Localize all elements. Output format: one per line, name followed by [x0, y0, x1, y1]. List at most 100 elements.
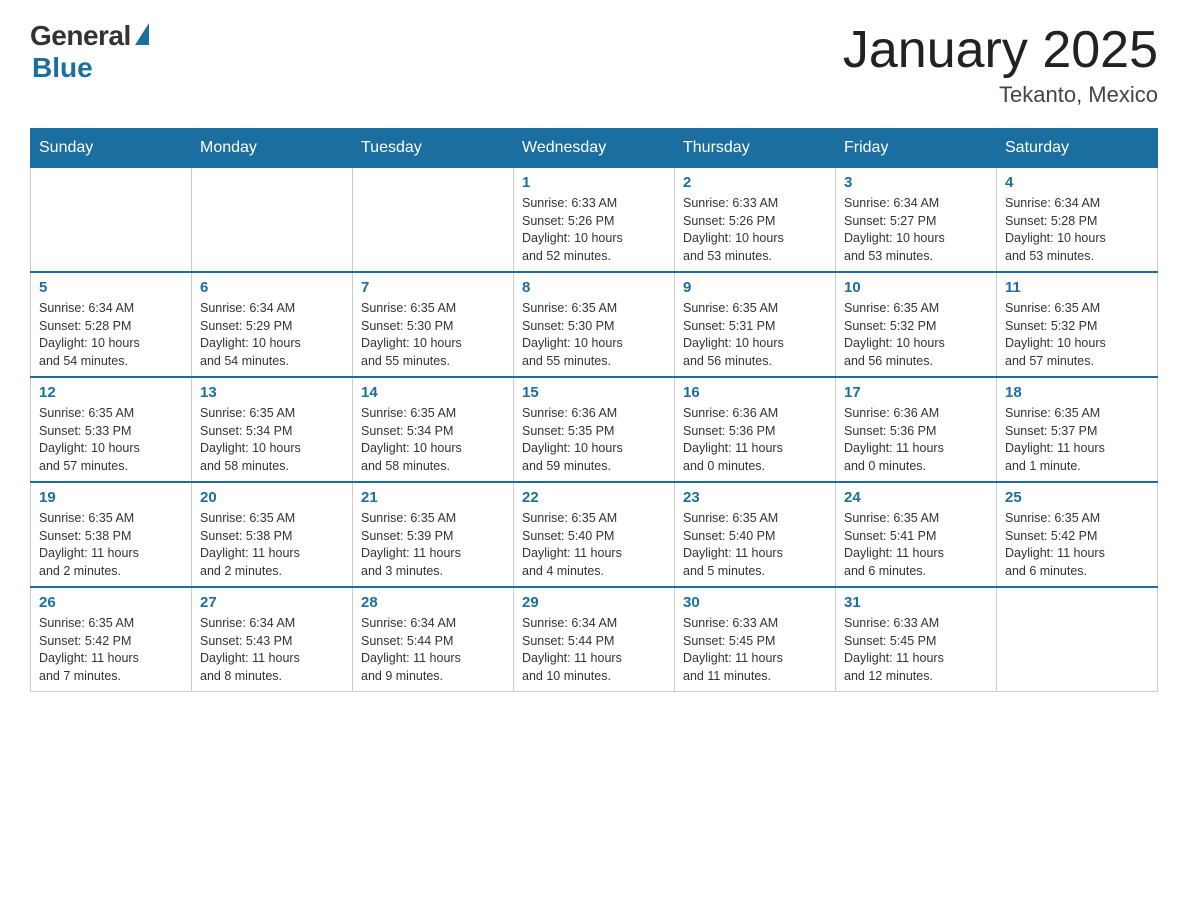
- day-info: Sunrise: 6:35 AM Sunset: 5:34 PM Dayligh…: [200, 405, 344, 475]
- calendar-cell: 27 Sunrise: 6:34 AM Sunset: 5:43 PM Dayli…: [192, 587, 353, 692]
- calendar-cell: 5 Sunrise: 6:34 AM Sunset: 5:28 PM Daylig…: [31, 272, 192, 377]
- calendar-week-row: 19 Sunrise: 6:35 AM Sunset: 5:38 PM Dayli…: [31, 482, 1158, 587]
- calendar-header-row: SundayMondayTuesdayWednesdayThursdayFrid…: [31, 129, 1158, 168]
- calendar-cell: 14Sunrise: 6:35 AM Sunset: 5:34 PM Dayli…: [353, 377, 514, 482]
- calendar-cell: 1 Sunrise: 6:33 AM Sunset: 5:26 PM Daylig…: [514, 168, 675, 273]
- day-info: Sunrise: 6:35 AM Sunset: 5:34 PM Dayligh…: [361, 405, 505, 475]
- logo: General Blue: [30, 20, 149, 84]
- day-number: 11: [1005, 279, 1149, 296]
- day-info: Sunrise: 6:35 AM Sunset: 5:32 PM Dayligh…: [1005, 300, 1149, 370]
- logo-triangle-icon: [135, 23, 149, 45]
- day-number: 23: [683, 489, 827, 506]
- day-number: 4: [1005, 174, 1149, 191]
- day-number: 19: [39, 489, 183, 506]
- day-info: Sunrise: 6:36 AM Sunset: 5:36 PM Dayligh…: [683, 405, 827, 475]
- calendar-cell: 21 Sunrise: 6:35 AM Sunset: 5:39 PM Dayli…: [353, 482, 514, 587]
- calendar-cell: 25 Sunrise: 6:35 AM Sunset: 5:42 PM Dayli…: [997, 482, 1158, 587]
- day-info: Sunrise: 6:34 AM Sunset: 5:28 PM Dayligh…: [39, 300, 183, 370]
- calendar-cell: 22 Sunrise: 6:35 AM Sunset: 5:40 PM Dayli…: [514, 482, 675, 587]
- calendar-cell: 8Sunrise: 6:35 AM Sunset: 5:30 PM Daylig…: [514, 272, 675, 377]
- calendar-cell: [31, 168, 192, 273]
- day-number: 9: [683, 279, 827, 296]
- calendar-cell: 11 Sunrise: 6:35 AM Sunset: 5:32 PM Dayli…: [997, 272, 1158, 377]
- day-info: Sunrise: 6:35 AM Sunset: 5:32 PM Dayligh…: [844, 300, 988, 370]
- day-number: 10: [844, 279, 988, 296]
- calendar-cell: 12Sunrise: 6:35 AM Sunset: 5:33 PM Dayli…: [31, 377, 192, 482]
- calendar-cell: 4 Sunrise: 6:34 AM Sunset: 5:28 PM Daylig…: [997, 168, 1158, 273]
- day-info: Sunrise: 6:34 AM Sunset: 5:29 PM Dayligh…: [200, 300, 344, 370]
- calendar-cell: 10 Sunrise: 6:35 AM Sunset: 5:32 PM Dayli…: [836, 272, 997, 377]
- day-info: Sunrise: 6:35 AM Sunset: 5:40 PM Dayligh…: [522, 510, 666, 580]
- calendar-cell: [997, 587, 1158, 692]
- logo-general-text: General: [30, 20, 131, 52]
- calendar-cell: 24 Sunrise: 6:35 AM Sunset: 5:41 PM Dayli…: [836, 482, 997, 587]
- day-info: Sunrise: 6:35 AM Sunset: 5:41 PM Dayligh…: [844, 510, 988, 580]
- day-number: 17: [844, 384, 988, 401]
- day-number: 30: [683, 594, 827, 611]
- day-info: Sunrise: 6:35 AM Sunset: 5:30 PM Dayligh…: [522, 300, 666, 370]
- calendar-cell: 7 Sunrise: 6:35 AM Sunset: 5:30 PM Daylig…: [353, 272, 514, 377]
- day-info: Sunrise: 6:35 AM Sunset: 5:40 PM Dayligh…: [683, 510, 827, 580]
- day-info: Sunrise: 6:34 AM Sunset: 5:43 PM Dayligh…: [200, 615, 344, 685]
- day-number: 24: [844, 489, 988, 506]
- calendar-week-row: 26 Sunrise: 6:35 AM Sunset: 5:42 PM Dayli…: [31, 587, 1158, 692]
- day-info: Sunrise: 6:35 AM Sunset: 5:42 PM Dayligh…: [39, 615, 183, 685]
- calendar-cell: 29 Sunrise: 6:34 AM Sunset: 5:44 PM Dayli…: [514, 587, 675, 692]
- day-number: 21: [361, 489, 505, 506]
- column-header-sunday: Sunday: [31, 129, 192, 168]
- day-info: Sunrise: 6:33 AM Sunset: 5:26 PM Dayligh…: [683, 195, 827, 265]
- day-info: Sunrise: 6:34 AM Sunset: 5:28 PM Dayligh…: [1005, 195, 1149, 265]
- calendar-cell: 31 Sunrise: 6:33 AM Sunset: 5:45 PM Dayli…: [836, 587, 997, 692]
- day-number: 29: [522, 594, 666, 611]
- calendar-cell: 6Sunrise: 6:34 AM Sunset: 5:29 PM Daylig…: [192, 272, 353, 377]
- day-number: 13: [200, 384, 344, 401]
- day-info: Sunrise: 6:35 AM Sunset: 5:30 PM Dayligh…: [361, 300, 505, 370]
- day-info: Sunrise: 6:33 AM Sunset: 5:45 PM Dayligh…: [683, 615, 827, 685]
- day-number: 22: [522, 489, 666, 506]
- day-info: Sunrise: 6:34 AM Sunset: 5:27 PM Dayligh…: [844, 195, 988, 265]
- day-number: 25: [1005, 489, 1149, 506]
- calendar-cell: 3 Sunrise: 6:34 AM Sunset: 5:27 PM Daylig…: [836, 168, 997, 273]
- calendar-cell: 20 Sunrise: 6:35 AM Sunset: 5:38 PM Dayli…: [192, 482, 353, 587]
- column-header-wednesday: Wednesday: [514, 129, 675, 168]
- calendar-table: SundayMondayTuesdayWednesdayThursdayFrid…: [30, 128, 1158, 692]
- day-info: Sunrise: 6:35 AM Sunset: 5:38 PM Dayligh…: [200, 510, 344, 580]
- title-section: January 2025 Tekanto, Mexico: [843, 20, 1158, 108]
- column-header-saturday: Saturday: [997, 129, 1158, 168]
- day-info: Sunrise: 6:33 AM Sunset: 5:26 PM Dayligh…: [522, 195, 666, 265]
- day-info: Sunrise: 6:34 AM Sunset: 5:44 PM Dayligh…: [361, 615, 505, 685]
- day-info: Sunrise: 6:36 AM Sunset: 5:36 PM Dayligh…: [844, 405, 988, 475]
- page-title: January 2025: [843, 20, 1158, 80]
- day-info: Sunrise: 6:35 AM Sunset: 5:39 PM Dayligh…: [361, 510, 505, 580]
- day-info: Sunrise: 6:35 AM Sunset: 5:42 PM Dayligh…: [1005, 510, 1149, 580]
- day-number: 28: [361, 594, 505, 611]
- day-info: Sunrise: 6:33 AM Sunset: 5:45 PM Dayligh…: [844, 615, 988, 685]
- day-number: 26: [39, 594, 183, 611]
- calendar-cell: 26 Sunrise: 6:35 AM Sunset: 5:42 PM Dayli…: [31, 587, 192, 692]
- calendar-cell: 2Sunrise: 6:33 AM Sunset: 5:26 PM Daylig…: [675, 168, 836, 273]
- day-info: Sunrise: 6:36 AM Sunset: 5:35 PM Dayligh…: [522, 405, 666, 475]
- day-number: 3: [844, 174, 988, 191]
- page-header: General Blue January 2025 Tekanto, Mexic…: [30, 20, 1158, 108]
- day-number: 27: [200, 594, 344, 611]
- calendar-week-row: 5 Sunrise: 6:34 AM Sunset: 5:28 PM Daylig…: [31, 272, 1158, 377]
- logo-blue-text: Blue: [32, 52, 93, 84]
- calendar-cell: 16Sunrise: 6:36 AM Sunset: 5:36 PM Dayli…: [675, 377, 836, 482]
- calendar-cell: [192, 168, 353, 273]
- calendar-week-row: 12Sunrise: 6:35 AM Sunset: 5:33 PM Dayli…: [31, 377, 1158, 482]
- day-info: Sunrise: 6:35 AM Sunset: 5:38 PM Dayligh…: [39, 510, 183, 580]
- column-header-thursday: Thursday: [675, 129, 836, 168]
- day-info: Sunrise: 6:34 AM Sunset: 5:44 PM Dayligh…: [522, 615, 666, 685]
- calendar-cell: [353, 168, 514, 273]
- day-number: 1: [522, 174, 666, 191]
- calendar-cell: 28 Sunrise: 6:34 AM Sunset: 5:44 PM Dayli…: [353, 587, 514, 692]
- day-number: 15: [522, 384, 666, 401]
- day-info: Sunrise: 6:35 AM Sunset: 5:37 PM Dayligh…: [1005, 405, 1149, 475]
- calendar-cell: 15 Sunrise: 6:36 AM Sunset: 5:35 PM Dayli…: [514, 377, 675, 482]
- day-number: 5: [39, 279, 183, 296]
- calendar-cell: 23 Sunrise: 6:35 AM Sunset: 5:40 PM Dayli…: [675, 482, 836, 587]
- day-number: 7: [361, 279, 505, 296]
- calendar-cell: 19 Sunrise: 6:35 AM Sunset: 5:38 PM Dayli…: [31, 482, 192, 587]
- day-number: 31: [844, 594, 988, 611]
- day-number: 20: [200, 489, 344, 506]
